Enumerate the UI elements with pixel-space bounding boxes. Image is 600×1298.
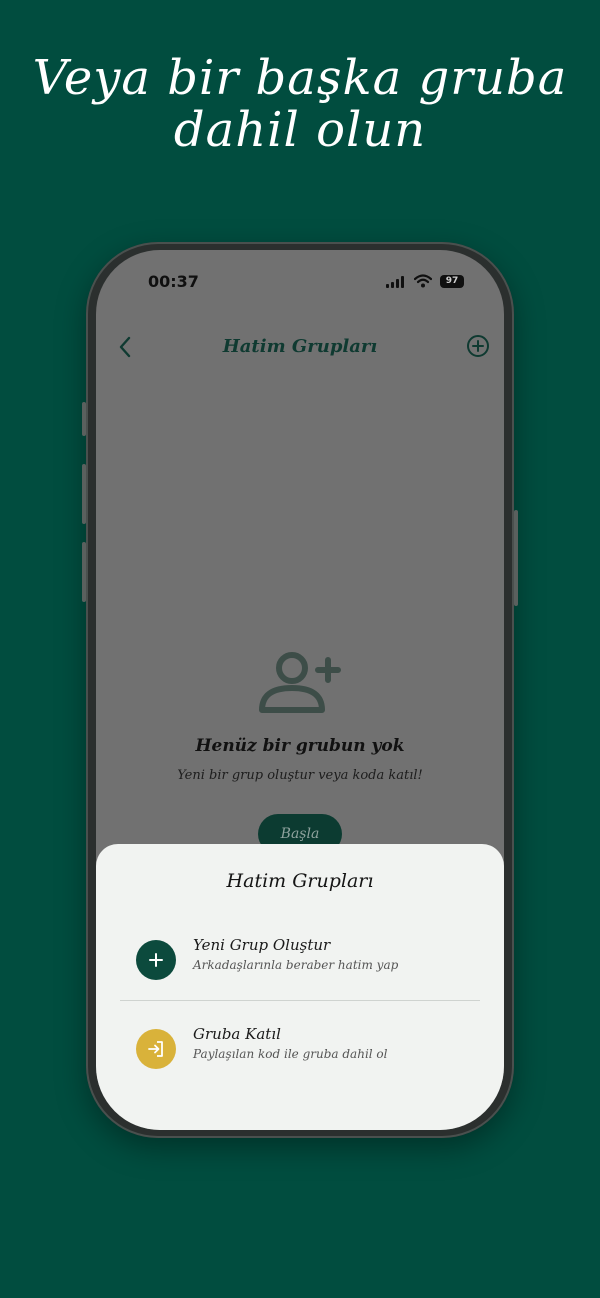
empty-state-title: Henüz bir grubun yok	[195, 736, 405, 756]
option-description: Paylaşılan kod ile gruba dahil ol	[193, 1047, 388, 1061]
create-group-option[interactable]: Yeni Grup Oluştur Arkadaşlarınla beraber…	[136, 936, 476, 990]
power-button	[514, 510, 518, 606]
phone-frame: 00:37 97 Hatim Grupları Henüz bir grubun…	[82, 242, 518, 1138]
headline-line-2: dahil olun	[173, 102, 427, 158]
sheet-title: Hatim Grupları	[226, 870, 374, 892]
option-label: Yeni Grup Oluştur	[193, 936, 331, 954]
option-label: Gruba Katıl	[193, 1025, 281, 1043]
action-button	[82, 402, 86, 436]
headline-line-1: Veya bir başka gruba	[32, 50, 568, 106]
empty-state-subtitle: Yeni bir grup oluştur veya koda katıl!	[177, 768, 423, 783]
phone-screen: 00:37 97 Hatim Grupları Henüz bir grubun…	[96, 250, 504, 1130]
battery-icon: 97	[440, 275, 464, 288]
wifi-icon	[414, 274, 432, 288]
page-title: Hatim Grupları	[222, 336, 378, 357]
bottom-sheet: Hatim Grupları Yeni Grup Oluştur Arkadaş…	[96, 844, 504, 1130]
person-add-icon	[259, 652, 341, 713]
headline: Veya bir başka gruba dahil olun	[0, 52, 600, 156]
join-group-option[interactable]: Gruba Katıl Paylaşılan kod ile gruba dah…	[136, 1025, 476, 1079]
login-icon	[136, 1029, 176, 1069]
option-description: Arkadaşlarınla beraber hatim yap	[193, 958, 399, 972]
plus-circle-icon[interactable]	[466, 334, 490, 358]
divider	[120, 1000, 480, 1001]
signal-icon	[386, 276, 404, 288]
plus-icon	[136, 940, 176, 980]
nav-bar: Hatim Grupları	[96, 322, 504, 372]
status-time: 00:37	[148, 272, 199, 291]
status-bar: 00:37 97	[96, 250, 504, 310]
volume-up-button	[82, 464, 86, 524]
volume-down-button	[82, 542, 86, 602]
